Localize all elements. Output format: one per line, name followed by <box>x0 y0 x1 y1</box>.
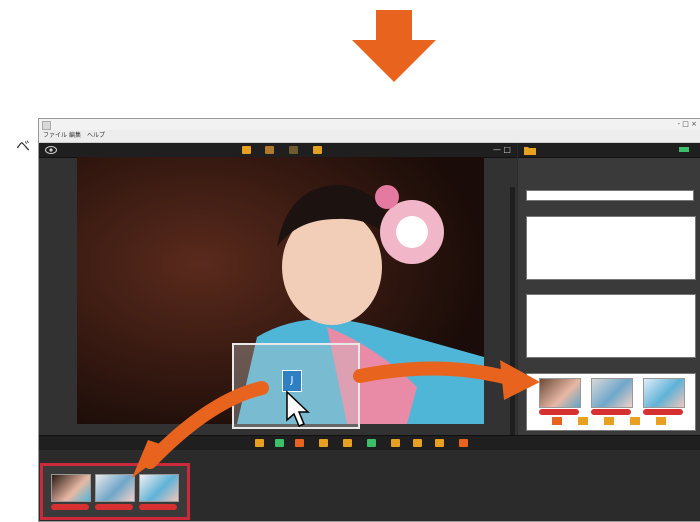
rotate-icon[interactable] <box>391 439 400 447</box>
bottom-panel-header <box>39 435 700 450</box>
info-icon[interactable] <box>289 146 298 154</box>
thumbnail[interactable] <box>139 474 179 502</box>
thumbnail[interactable] <box>643 378 685 408</box>
menu-bar: ファイル 編集 ヘルプ <box>39 130 700 143</box>
viewer-window-controls[interactable]: — □ <box>493 143 511 157</box>
upload-icon[interactable] <box>459 439 468 447</box>
section-2-box[interactable] <box>526 294 696 358</box>
section-1-header <box>526 206 694 215</box>
eye-icon <box>45 146 57 154</box>
section-1-box[interactable] <box>526 216 696 280</box>
tag-filter-icon[interactable] <box>367 439 376 447</box>
copy-icon[interactable] <box>578 417 588 425</box>
down-arrow-icon <box>352 10 436 82</box>
viewer-scrollbar[interactable] <box>510 187 515 454</box>
delete-icon[interactable] <box>435 439 444 447</box>
side-glyph: ベ <box>16 139 30 155</box>
thumbnail[interactable] <box>95 474 135 502</box>
right-panel-toolbar <box>518 409 700 433</box>
thumbnail-label <box>139 504 177 510</box>
thumbnail[interactable] <box>591 378 633 408</box>
menu-help[interactable]: ヘルプ <box>87 130 105 142</box>
print-icon[interactable] <box>630 417 640 425</box>
grid-icon[interactable] <box>319 439 328 447</box>
menu-edit[interactable]: 編集 <box>69 130 81 142</box>
section-2-header <box>526 284 694 293</box>
app-icon <box>42 121 51 130</box>
folder-filter-icon[interactable] <box>343 439 352 447</box>
move-icon[interactable] <box>604 417 614 425</box>
export-icon[interactable] <box>552 417 562 425</box>
thumbnail[interactable] <box>539 378 581 408</box>
sort-icon[interactable] <box>295 439 304 447</box>
viewer-header: — □ <box>39 143 517 158</box>
thumbnail-label <box>95 504 133 510</box>
film-icon[interactable] <box>242 146 251 154</box>
thumbnail[interactable] <box>51 474 91 502</box>
menu-file[interactable]: ファイル <box>43 130 67 142</box>
cursor-icon <box>286 390 310 427</box>
drag-badge: J <box>282 370 302 392</box>
green-tag-icon[interactable] <box>679 147 689 152</box>
section-3-header <box>526 362 694 371</box>
compare-icon[interactable] <box>265 146 274 154</box>
thumbnail-label <box>51 504 89 510</box>
folder-icon <box>524 147 536 155</box>
right-panel-header <box>518 143 700 158</box>
keyword-input[interactable] <box>526 190 694 201</box>
flag-filter-icon[interactable] <box>275 439 284 447</box>
crop-icon[interactable] <box>413 439 422 447</box>
fullscreen-icon[interactable] <box>313 146 322 154</box>
share-icon[interactable] <box>656 417 666 425</box>
star-filter-icon[interactable] <box>255 439 264 447</box>
window-controls[interactable]: - □ × <box>678 119 697 130</box>
filmstrip-highlight <box>40 463 190 520</box>
